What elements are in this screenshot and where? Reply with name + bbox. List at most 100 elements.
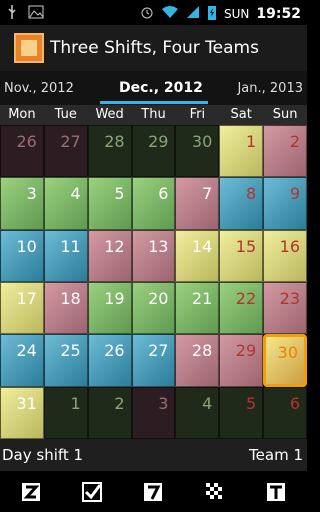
month-navigator: Nov., 2012 Dec., 2012 Jan., 2013 [0, 71, 307, 105]
calendar-app-icon[interactable] [14, 33, 44, 63]
calendar-day-cell[interactable]: 14 [175, 229, 220, 282]
team-label: Team 1 [249, 446, 303, 464]
calendar-day-cell[interactable]: 4 [43, 177, 88, 230]
calendar-day-number: 8 [245, 184, 257, 204]
calendar-day-cell[interactable]: 21 [175, 281, 220, 335]
calendar-day-cell[interactable]: 9 [263, 177, 307, 230]
calendar-day-cell[interactable]: 29 [219, 334, 264, 387]
calendar-day-number: 22 [235, 288, 257, 308]
calendar-day-number: 4 [70, 184, 81, 204]
z-today-icon[interactable] [16, 477, 46, 507]
calendar-day-number: 9 [289, 184, 300, 204]
calendar-day-cell[interactable]: 16 [263, 229, 307, 282]
calendar-day-number: 13 [148, 236, 169, 256]
calendar-day-cell[interactable]: 10 [0, 229, 44, 282]
calendar-day-cell[interactable]: 1 [43, 386, 88, 439]
calendar-day-number: 11 [60, 236, 81, 256]
calendar-day-cell[interactable]: 3 [0, 177, 44, 230]
calendar-day-number: 31 [16, 393, 37, 413]
calendar-day-cell[interactable]: 4 [175, 386, 220, 439]
calendar-day-number: 6 [289, 393, 300, 413]
t-team-icon[interactable] [261, 477, 291, 507]
weekday-header: Mon Tue Wed Thu Fri Sat Sun [0, 105, 307, 125]
calendar-day-number: 12 [104, 236, 125, 256]
calendar-day-cell[interactable]: 27 [131, 334, 176, 387]
weekday-label: Mon [8, 107, 36, 122]
calendar-day-number: 3 [26, 184, 37, 204]
wifi-icon [161, 5, 179, 22]
calendar-day-cell[interactable]: 28 [175, 334, 220, 387]
status-right: SUN 19:52 [140, 4, 301, 23]
battery-charging-icon [207, 4, 217, 23]
calendar-day-cell[interactable]: 6 [263, 386, 307, 439]
calendar-day-cell[interactable]: 7 [175, 177, 220, 230]
calendar-day-cell[interactable]: 22 [219, 281, 264, 335]
calendar-day-number: 17 [16, 288, 37, 308]
calendar-day-cell[interactable]: 29 [131, 125, 176, 178]
calendar-day-cell[interactable]: 30 [175, 125, 220, 178]
calendar-day-cell[interactable]: 30 [263, 334, 307, 387]
status-day: SUN [224, 6, 250, 21]
calendar-day-cell[interactable]: 26 [87, 334, 132, 387]
month-next[interactable]: Jan., 2013 [237, 81, 303, 96]
calendar-grid: 26 27 28 29 30 1 2 3 4 5 6 7 8 9 10 11 12 13 14 15 16 17 18 19 2… [0, 125, 307, 439]
bottom-toolbar [0, 471, 307, 512]
shift-label: Day shift 1 [2, 446, 84, 464]
calendar-day-number: 16 [279, 236, 300, 256]
weekday-label: Wed [95, 107, 124, 122]
calendar-day-cell[interactable]: 19 [87, 281, 132, 335]
calendar-day-number: 5 [245, 393, 257, 413]
calendar-day-number: 15 [235, 236, 257, 256]
calendar-day-number: 2 [289, 132, 300, 151]
calendar-day-number: 4 [202, 393, 213, 413]
month-prev[interactable]: Nov., 2012 [4, 81, 74, 96]
calendar-day-number: 29 [235, 341, 257, 361]
calendar-day-cell[interactable]: 17 [0, 281, 44, 335]
calendar-day-cell[interactable]: 3 [131, 386, 176, 439]
calendar-day-number: 30 [277, 343, 298, 363]
calendar-day-cell[interactable]: 5 [219, 386, 264, 439]
calendar-day-cell[interactable]: 23 [263, 281, 307, 335]
calendar-7-icon[interactable] [138, 477, 168, 507]
calendar-day-cell[interactable]: 8 [219, 177, 264, 230]
calendar-day-cell[interactable]: 2 [87, 386, 132, 439]
calendar-day-number: 5 [114, 184, 125, 204]
calendar-day-cell[interactable]: 20 [131, 281, 176, 335]
calendar-day-cell[interactable]: 12 [87, 229, 132, 282]
calendar-day-cell[interactable]: 15 [219, 229, 264, 282]
checkbox-icon[interactable] [77, 477, 107, 507]
usb-icon [6, 4, 18, 23]
calendar-day-number: 18 [60, 288, 81, 308]
calendar-day-cell[interactable]: 18 [43, 281, 88, 335]
calendar-day-cell[interactable]: 24 [0, 334, 44, 387]
calendar-day-cell[interactable]: 28 [87, 125, 132, 178]
image-icon [28, 4, 44, 23]
calendar-day-cell[interactable]: 6 [131, 177, 176, 230]
calendar-day-number: 25 [60, 341, 81, 361]
status-bar: SUN 19:52 [0, 0, 307, 25]
status-time: 19:52 [256, 5, 301, 22]
calendar-day-cell[interactable]: 26 [0, 125, 44, 178]
calendar-day-cell[interactable]: 1 [219, 125, 264, 178]
calendar-day-number: 7 [202, 184, 213, 204]
calendar-day-number: 28 [191, 341, 213, 361]
grid-pattern-icon[interactable] [200, 477, 230, 507]
calendar-day-cell[interactable]: 2 [263, 125, 307, 178]
calendar-day-cell[interactable]: 13 [131, 229, 176, 282]
calendar-day-cell[interactable]: 5 [87, 177, 132, 230]
calendar-day-number: 28 [104, 132, 125, 151]
status-left [6, 4, 44, 23]
weekday-label: Thu [141, 107, 166, 122]
calendar-day-number: 14 [191, 236, 213, 256]
day-info-bar: Day shift 1 Team 1 [0, 439, 307, 471]
calendar-day-cell[interactable]: 25 [43, 334, 88, 387]
calendar-day-cell[interactable]: 11 [43, 229, 88, 282]
calendar-day-number: 26 [104, 341, 125, 361]
calendar-day-number: 19 [104, 288, 125, 308]
month-current[interactable]: Dec., 2012 [119, 80, 203, 96]
calendar-day-cell[interactable]: 27 [43, 125, 88, 178]
alarm-icon [140, 5, 154, 22]
calendar-day-number: 27 [60, 132, 81, 151]
calendar-day-cell[interactable]: 31 [0, 386, 44, 439]
calendar-day-number: 2 [114, 393, 125, 413]
